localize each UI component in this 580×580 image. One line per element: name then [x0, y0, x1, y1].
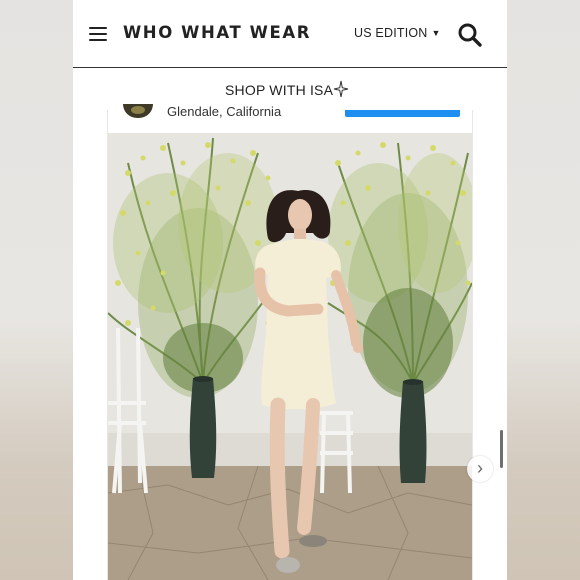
search-icon[interactable] [457, 22, 483, 48]
shop-with-label: SHOP WITH ISA [225, 82, 334, 98]
post-photo [108, 133, 472, 580]
right-blurred-background [507, 0, 580, 580]
left-blurred-background [0, 0, 73, 580]
site-logo[interactable]: WHO WHAT WEAR [123, 23, 311, 42]
next-photo-button[interactable]: › [467, 456, 493, 482]
avatar[interactable] [123, 104, 153, 118]
hamburger-menu-icon[interactable] [89, 27, 107, 42]
instagram-embed-post: Glendale, California › [107, 104, 493, 580]
page-scrollbar[interactable] [500, 430, 503, 468]
sparkle-icon [333, 80, 349, 98]
mobile-screen: WHO WHAT WEAR US EDITION ▼ SHOP WITH ISA … [73, 0, 507, 580]
caret-down-icon: ▼ [431, 28, 441, 38]
site-header: WHO WHAT WEAR US EDITION ▼ [73, 0, 507, 68]
post-location[interactable]: Glendale, California [167, 105, 281, 119]
edition-selector[interactable]: US EDITION ▼ [354, 26, 441, 40]
photo-scene [108, 133, 472, 580]
view-profile-button[interactable] [345, 110, 460, 117]
edition-label: US EDITION [354, 26, 428, 40]
